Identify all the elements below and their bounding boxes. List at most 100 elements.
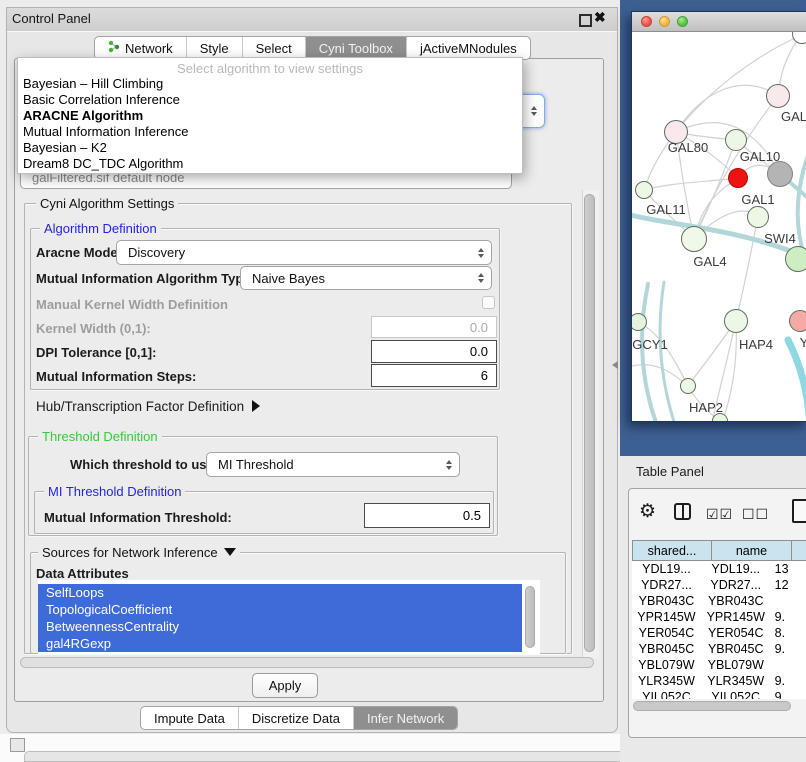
network-node-GAL4[interactable] xyxy=(681,226,707,252)
network-node-GAL11[interactable] xyxy=(635,181,653,199)
data-attributes-label: Data Attributes xyxy=(36,566,129,581)
attribute-list-scrollbar[interactable] xyxy=(525,586,535,648)
network-node-gray-node[interactable] xyxy=(767,161,793,187)
tab-infer-network[interactable]: Infer Network xyxy=(353,707,457,729)
table-row[interactable]: YIL052CYIL052C9. xyxy=(632,689,806,699)
data-attributes-list: SelfLoopsTopologicalCoefficientBetweenne… xyxy=(38,580,540,654)
cell-value: 9. xyxy=(771,689,806,699)
tab-impute-data[interactable]: Impute Data xyxy=(141,707,238,729)
combo-spinner-icon xyxy=(446,460,452,470)
which-threshold-combo[interactable]: MI Threshold xyxy=(206,452,460,477)
apply-button[interactable]: Apply xyxy=(252,673,318,698)
mac-minimize-icon[interactable] xyxy=(659,16,670,27)
attribute-list-item[interactable]: SelfLoops xyxy=(38,584,522,601)
network-node-red-node[interactable] xyxy=(728,168,748,188)
algorithm-option[interactable]: Dream8 DC_TDC Algorithm xyxy=(18,156,522,172)
algorithm-definition-title: Algorithm Definition xyxy=(40,221,161,236)
mi-steps-field[interactable]: 6 xyxy=(371,364,497,387)
algorithm-dropdown-popup: Select algorithm to view settings Bayesi… xyxy=(17,57,523,174)
attribute-list-item[interactable]: BetweennessCentrality xyxy=(38,618,522,635)
attribute-list-item[interactable]: gal4RGexp xyxy=(38,635,522,652)
network-node-salmon-node[interactable] xyxy=(789,310,806,332)
which-threshold-value: MI Threshold xyxy=(218,457,294,472)
table-row[interactable]: YPR145WYPR145W9. xyxy=(632,609,806,625)
algorithm-option[interactable]: Bayesian – K2 xyxy=(18,140,522,156)
float-window-icon[interactable] xyxy=(579,14,592,27)
hub-definition-disclosure[interactable]: Hub/Transcription Factor Definition xyxy=(36,399,260,414)
algorithm-option[interactable]: ARACNE Algorithm xyxy=(18,108,522,124)
table-row[interactable]: YDR27...YDR27...12 xyxy=(632,577,806,593)
algorithm-option[interactable]: Mutual Information Inference xyxy=(18,124,522,140)
manual-kernel-label: Manual Kernel Width Definition xyxy=(36,297,228,312)
import-table-icon[interactable] xyxy=(792,499,806,523)
mac-zoom-icon[interactable] xyxy=(677,16,688,27)
cell-value xyxy=(771,593,806,609)
kernel-width-field[interactable]: 0.0 xyxy=(371,316,497,338)
table-row[interactable]: YBL079WYBL079W xyxy=(632,657,806,673)
cell-shared-name: YPR145W xyxy=(632,609,701,625)
tab-cyni-toolbox[interactable]: Cyni Toolbox xyxy=(305,37,406,59)
dpi-tolerance-field[interactable]: 0.0 xyxy=(371,340,497,363)
tab-network[interactable]: Network xyxy=(95,37,186,59)
mi-type-combo[interactable]: Naive Bayes xyxy=(240,266,492,290)
network-node-SWI4[interactable] xyxy=(785,246,806,272)
aracne-mode-combo[interactable]: Discovery xyxy=(116,240,492,265)
network-window-titlebar[interactable] xyxy=(632,12,806,32)
combo-spinner-icon xyxy=(531,106,537,116)
threshold-definition-title: Threshold Definition xyxy=(38,429,162,444)
splitter-collapse-icon[interactable] xyxy=(612,361,618,369)
tab-style[interactable]: Style xyxy=(186,37,242,59)
mi-steps-label: Mutual Information Steps: xyxy=(36,369,196,384)
settings-hscroll-thumb[interactable] xyxy=(20,657,594,668)
table-row[interactable]: YDL19...YDL19...13 xyxy=(632,561,806,577)
kernel-width-value: 0.0 xyxy=(470,320,488,335)
tab-discretize-data[interactable]: Discretize Data xyxy=(238,707,353,729)
network-node-label: SWI4 xyxy=(764,231,796,246)
cyni-bottom-tabbar: Impute Data Discretize Data Infer Network xyxy=(140,706,458,730)
network-node-GAL1[interactable] xyxy=(747,206,769,228)
tab-label: Discretize Data xyxy=(252,711,340,726)
mac-close-icon[interactable] xyxy=(641,16,652,27)
network-node-label: GAL10 xyxy=(740,149,780,164)
attribute-list-item[interactable]: TopologicalCoefficient xyxy=(38,601,522,618)
network-node-HAP4[interactable] xyxy=(724,309,748,333)
control-panel-title: Control Panel xyxy=(12,11,91,26)
mi-threshold-field[interactable]: 0.5 xyxy=(364,503,490,528)
network-node-GAL10[interactable] xyxy=(725,129,747,151)
select-all-columns-icon[interactable]: ☑☑ xyxy=(706,506,733,523)
dpi-tolerance-value: 0.0 xyxy=(470,344,488,359)
network-view-window: GALGAL80GAL10GAL1SWI4GAL11GAL4GCY1HAP4YH… xyxy=(631,11,806,422)
table-hscroll-thumb[interactable] xyxy=(633,701,791,711)
collapsed-panel-icon[interactable] xyxy=(10,738,25,752)
disclosure-down-icon xyxy=(224,548,236,556)
network-node-label: HAP4 xyxy=(739,337,773,352)
network-canvas[interactable]: GALGAL80GAL10GAL1SWI4GAL11GAL4GCY1HAP4YH… xyxy=(632,32,806,421)
table-row[interactable]: YLR345WYLR345W9. xyxy=(632,673,806,689)
cell-name: YLR345W xyxy=(701,673,771,689)
settings-gear-icon[interactable]: ⚙ xyxy=(639,500,656,523)
settings-vscroll-thumb[interactable] xyxy=(584,194,595,652)
split-columns-icon[interactable] xyxy=(674,503,691,520)
network-node-label: GAL1 xyxy=(741,192,774,207)
network-node-HAP2[interactable] xyxy=(680,378,696,394)
control-panel-titlebar[interactable] xyxy=(7,8,617,32)
table-row[interactable]: YBR045CYBR045C9. xyxy=(632,641,806,657)
deselect-all-columns-icon[interactable]: ☐☐ xyxy=(742,506,769,523)
network-node-label: GAL80 xyxy=(668,140,708,155)
sources-disclosure[interactable]: Sources for Network Inference xyxy=(38,545,240,560)
column-header-partial[interactable] xyxy=(791,540,806,561)
table-panel-title: Table Panel xyxy=(636,464,704,479)
close-icon[interactable]: ✖ xyxy=(594,9,606,26)
algorithm-dropdown-placeholder: Select algorithm to view settings xyxy=(18,61,522,76)
tab-select[interactable]: Select xyxy=(242,37,305,59)
column-header-shared-name[interactable]: shared... xyxy=(632,540,712,561)
column-header-name[interactable]: name xyxy=(711,540,792,561)
algorithm-option[interactable]: Bayesian – Hill Climbing xyxy=(18,76,522,92)
cell-value xyxy=(771,657,806,673)
tab-jactivemnodules[interactable]: jActiveMNodules xyxy=(406,37,530,59)
manual-kernel-checkbox[interactable] xyxy=(482,296,495,309)
algorithm-option[interactable]: Basic Correlation Inference xyxy=(18,92,522,108)
table-row[interactable]: YBR043CYBR043C xyxy=(632,593,806,609)
network-node-pink-top[interactable] xyxy=(766,84,790,108)
table-row[interactable]: YER054CYER054C8. xyxy=(632,625,806,641)
